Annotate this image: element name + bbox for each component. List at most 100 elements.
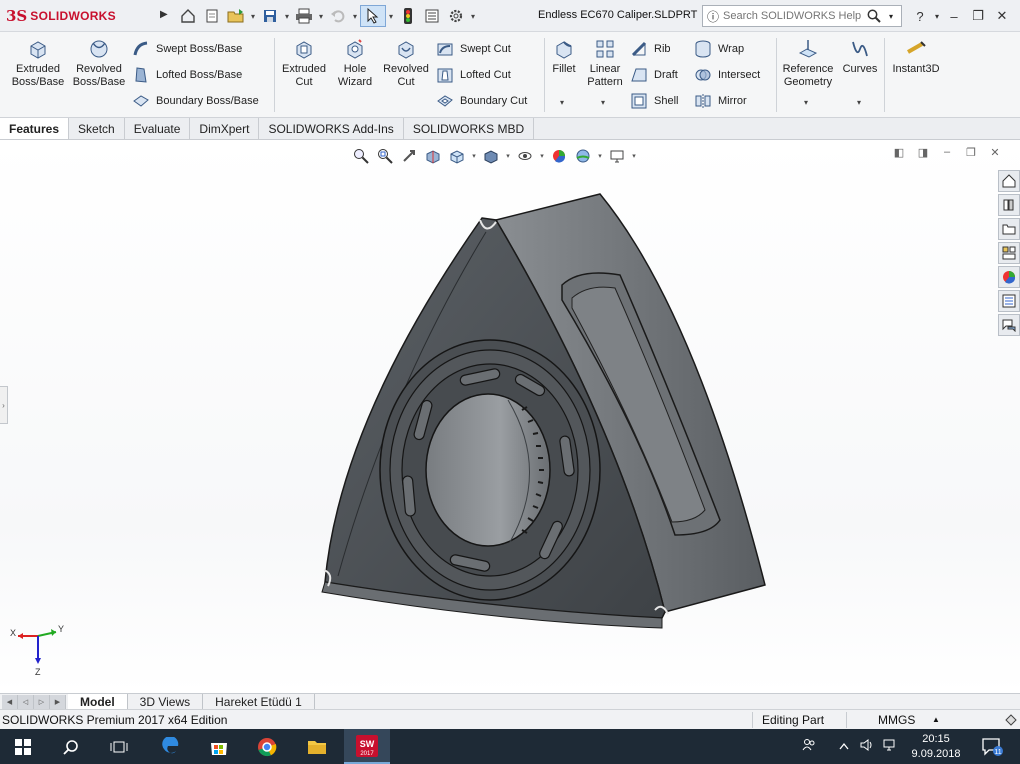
collapse-right-icon[interactable]: ◨ — [914, 144, 932, 160]
options-dropdown-icon[interactable]: ▾ — [468, 12, 478, 21]
boundary-boss-button[interactable]: Boundary Boss/Base — [132, 92, 259, 110]
fillet-button[interactable]: Fillet — [548, 38, 580, 76]
previous-view-icon[interactable] — [398, 146, 420, 166]
options-gear-icon[interactable] — [444, 5, 468, 27]
extruded-cut-button[interactable]: Extruded Cut — [278, 38, 330, 89]
action-center-notification-icon[interactable]: 11 — [970, 729, 1014, 764]
home-icon[interactable] — [176, 5, 200, 27]
help-dropdown-icon[interactable]: ▾ — [932, 12, 942, 21]
file-properties-icon[interactable] — [420, 5, 444, 27]
people-icon[interactable] — [796, 738, 822, 755]
linear-pattern-button[interactable]: Linear Pattern — [584, 38, 626, 89]
tab-features[interactable]: Features — [0, 118, 70, 139]
swept-boss-button[interactable]: Swept Boss/Base — [132, 40, 242, 58]
first-tab-icon[interactable]: ◀ — [2, 694, 18, 709]
display-style-dropdown-icon[interactable]: ▾ — [504, 152, 512, 160]
next-tab-icon[interactable]: ▷ — [34, 694, 50, 709]
minimize-icon[interactable]: – — [942, 9, 966, 24]
reference-geometry-dropdown-icon[interactable]: ▾ — [804, 98, 808, 107]
feature-manager-expand-handle[interactable]: › — [0, 386, 8, 424]
restore-icon[interactable]: ❐ — [966, 8, 990, 24]
tab-solidworks-add-ins[interactable]: SOLIDWORKS Add-Ins — [259, 118, 404, 139]
solidworks-resources-home-icon[interactable] — [998, 170, 1020, 192]
undo-icon[interactable] — [326, 5, 350, 27]
appearances-scenes-icon[interactable] — [998, 266, 1020, 288]
open-dropdown-icon[interactable]: ▾ — [248, 12, 258, 21]
swept-cut-button[interactable]: Swept Cut — [436, 40, 511, 58]
linear-pattern-dropdown-icon[interactable]: ▾ — [601, 98, 605, 107]
hide-show-items-icon[interactable] — [514, 146, 536, 166]
forum-chat-icon[interactable] — [998, 314, 1020, 336]
customize-status-bar-icon[interactable] — [1004, 713, 1018, 730]
apply-scene-icon[interactable] — [572, 146, 594, 166]
hole-wizard-button[interactable]: Hole Wizard — [332, 38, 378, 89]
mirror-button[interactable]: Mirror — [694, 92, 747, 110]
zoom-to-fit-icon[interactable] — [350, 146, 372, 166]
tab-solidworks-mbd[interactable]: SOLIDWORKS MBD — [404, 118, 535, 139]
menu-expand-arrow-icon[interactable]: ▶ — [160, 9, 168, 20]
close-icon[interactable]: ✕ — [990, 8, 1014, 24]
view-orientation-icon[interactable] — [446, 146, 468, 166]
last-tab-icon[interactable]: ▶ — [50, 694, 66, 709]
extruded-boss-button[interactable]: Extruded Boss/Base — [10, 38, 66, 89]
curves-dropdown-icon[interactable]: ▾ — [857, 98, 861, 107]
save-icon[interactable] — [258, 5, 282, 27]
taskbar-search-icon[interactable] — [48, 729, 94, 764]
task-view-icon[interactable] — [96, 729, 142, 764]
unit-system-dropdown-icon[interactable]: ▲ — [932, 715, 940, 724]
lofted-cut-button[interactable]: Lofted Cut — [436, 66, 511, 84]
tab-sketch[interactable]: Sketch — [69, 118, 125, 139]
view-palette-icon[interactable] — [998, 242, 1020, 264]
undo-dropdown-icon[interactable]: ▾ — [350, 12, 360, 21]
collapse-left-icon[interactable]: ◧ — [890, 144, 908, 160]
section-view-icon[interactable] — [422, 146, 444, 166]
edge-browser-icon[interactable] — [148, 729, 194, 764]
network-icon[interactable] — [878, 738, 900, 755]
new-document-icon[interactable] — [200, 5, 224, 27]
app-logo[interactable]: 3S SOLIDWORKS — [6, 6, 116, 26]
viewport-restore-icon[interactable]: ❐ — [962, 144, 980, 160]
view-orientation-dropdown-icon[interactable]: ▾ — [470, 152, 478, 160]
view-settings-dropdown-icon[interactable]: ▾ — [630, 152, 638, 160]
reference-geometry-button[interactable]: Reference Geometry — [780, 38, 836, 89]
volume-icon[interactable] — [856, 738, 878, 755]
wrap-button[interactable]: Wrap — [694, 40, 744, 58]
rebuild-traffic-light-icon[interactable] — [396, 5, 420, 27]
edit-appearance-icon[interactable] — [548, 146, 570, 166]
viewport-minimize-icon[interactable]: – — [938, 144, 956, 160]
help-search-input[interactable] — [723, 10, 863, 22]
file-explorer-folder-icon[interactable] — [998, 218, 1020, 240]
zoom-to-area-icon[interactable] — [374, 146, 396, 166]
curves-button[interactable]: Curves — [840, 38, 880, 76]
prev-tab-icon[interactable]: ◁ — [18, 694, 34, 709]
lofted-boss-button[interactable]: Lofted Boss/Base — [132, 66, 242, 84]
show-hidden-icons-chevron-icon[interactable] — [832, 741, 856, 753]
revolved-cut-button[interactable]: Revolved Cut — [380, 38, 432, 89]
apply-scene-dropdown-icon[interactable]: ▾ — [596, 152, 604, 160]
search-icon[interactable] — [863, 9, 885, 23]
view-settings-monitor-icon[interactable] — [606, 146, 628, 166]
microsoft-store-icon[interactable] — [196, 729, 242, 764]
boundary-cut-button[interactable]: Boundary Cut — [436, 92, 527, 110]
help-icon[interactable]: ? — [908, 9, 932, 24]
rotor-3d-model[interactable] — [300, 190, 780, 630]
revolved-boss-button[interactable]: Revolved Boss/Base — [70, 38, 128, 89]
file-explorer-icon[interactable] — [294, 729, 340, 764]
tab-motion-study[interactable]: Hareket Etüdü 1 — [203, 694, 315, 709]
shell-button[interactable]: Shell — [630, 92, 678, 110]
hide-show-dropdown-icon[interactable]: ▾ — [538, 152, 546, 160]
display-style-icon[interactable] — [480, 146, 502, 166]
solidworks-taskbar-button[interactable]: SW 2017 — [344, 729, 390, 764]
windows-start-icon[interactable] — [0, 729, 46, 764]
fillet-dropdown-icon[interactable]: ▾ — [560, 98, 564, 107]
custom-properties-icon[interactable] — [998, 290, 1020, 312]
design-library-icon[interactable] — [998, 194, 1020, 216]
print-dropdown-icon[interactable]: ▾ — [316, 12, 326, 21]
save-dropdown-icon[interactable]: ▾ — [282, 12, 292, 21]
instant3d-button[interactable]: Instant3D — [888, 38, 944, 76]
rib-button[interactable]: Rib — [630, 40, 671, 58]
unit-system-selector[interactable]: MMGS — [878, 713, 915, 727]
system-clock[interactable]: 20:15 9.09.2018 — [906, 732, 966, 762]
tab-model[interactable]: Model — [68, 694, 128, 709]
intersect-button[interactable]: Intersect — [694, 66, 760, 84]
